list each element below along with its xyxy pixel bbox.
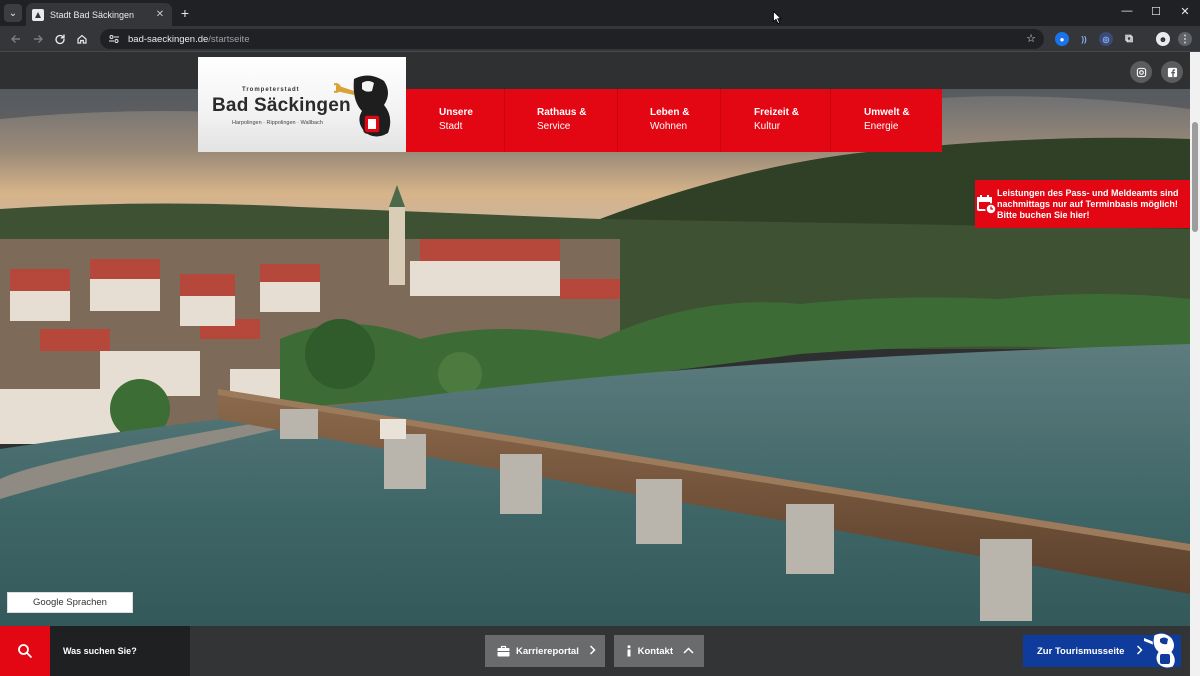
contact-button[interactable]: Kontakt bbox=[614, 635, 704, 667]
trumpeter-mascot-icon bbox=[334, 75, 391, 137]
browser-toolbar: bad-saeckingen.de/startseite ☆ ● )) ◎ ⧉ … bbox=[0, 26, 1200, 52]
tab-title: Stadt Bad Säckingen bbox=[50, 9, 135, 20]
search-icon[interactable] bbox=[0, 626, 50, 676]
close-window-button[interactable]: ✕ bbox=[1176, 5, 1194, 18]
tab-search-icon[interactable]: ⌄ bbox=[4, 4, 22, 22]
career-portal-label: Karriereportal bbox=[516, 645, 579, 657]
page-scrollbar[interactable] bbox=[1190, 52, 1200, 676]
info-icon bbox=[624, 644, 634, 658]
logo-tagline: Trompeterstadt bbox=[242, 87, 300, 93]
reload-icon[interactable] bbox=[52, 31, 68, 47]
nav-label-line2: Energie bbox=[864, 121, 899, 132]
kebab-menu-icon[interactable]: ⋮ bbox=[1178, 32, 1192, 46]
logo-name: Bad Säckingen bbox=[212, 95, 351, 116]
home-icon[interactable] bbox=[74, 31, 90, 47]
back-icon[interactable] bbox=[8, 31, 24, 47]
chevron-up-icon bbox=[683, 645, 694, 657]
nav-label-line1: Freizeit & bbox=[754, 107, 800, 118]
chevron-right-icon bbox=[589, 644, 596, 658]
instagram-icon[interactable] bbox=[1130, 61, 1152, 83]
nav-label-line1: Unsere bbox=[439, 107, 473, 118]
briefcase-icon bbox=[497, 644, 510, 658]
nav-leben-wohnen[interactable]: Leben & Wohnen bbox=[618, 89, 721, 152]
nav-label-line1: Leben & bbox=[650, 107, 690, 118]
page-top-bar bbox=[0, 52, 1190, 89]
main-navigation: Unsere Stadt Rathaus & Service Leben & W… bbox=[406, 89, 942, 152]
minimize-button[interactable]: — bbox=[1118, 5, 1136, 17]
tab-strip: ⌄ Stadt Bad Säckingen ✕ + — ☐ ✕ bbox=[0, 0, 1200, 26]
scrollbar-thumb[interactable] bbox=[1192, 122, 1198, 232]
site-info-icon[interactable] bbox=[108, 33, 120, 45]
nav-label-line2: Wohnen bbox=[650, 121, 688, 132]
url-path: /startseite bbox=[208, 33, 250, 45]
bottom-bar: Was suchen Sie? Karriereportal Kontakt Z… bbox=[0, 626, 1190, 676]
nav-label-line2: Kultur bbox=[754, 121, 781, 132]
nav-umwelt-energie[interactable]: Umwelt & Energie bbox=[831, 89, 942, 152]
contact-label: Kontakt bbox=[637, 645, 673, 657]
mouse-cursor-icon bbox=[773, 11, 782, 24]
notice-text: Leistungen des Pass- und Meldeamts sind … bbox=[997, 187, 1179, 220]
tourism-label: Zur Tourismusseite bbox=[1037, 645, 1125, 657]
tab-close-icon[interactable]: ✕ bbox=[154, 9, 166, 20]
url-host: bad-saeckingen.de bbox=[128, 33, 209, 45]
google-translate-button[interactable]: Google Sprachen bbox=[7, 592, 133, 613]
shield-extension-icon[interactable]: ◎ bbox=[1099, 32, 1113, 46]
new-tab-button[interactable]: + bbox=[178, 5, 192, 21]
password-extension-icon[interactable]: ● bbox=[1055, 32, 1069, 46]
nav-freizeit-kultur[interactable]: Freizeit & Kultur bbox=[721, 89, 831, 152]
maximize-button[interactable]: ☐ bbox=[1147, 5, 1165, 18]
extensions-puzzle-icon[interactable]: ⧉ bbox=[1122, 32, 1136, 46]
address-bar[interactable]: bad-saeckingen.de/startseite ☆ bbox=[100, 29, 1044, 49]
nav-label-line2: Stadt bbox=[439, 121, 463, 132]
nav-label-line1: Umwelt & bbox=[864, 107, 910, 118]
browser-window: ⌄ Stadt Bad Säckingen ✕ + — ☐ ✕ bad-saec… bbox=[0, 0, 1200, 676]
profile-avatar-icon[interactable]: ☻ bbox=[1156, 32, 1170, 46]
search-input[interactable]: Was suchen Sie? bbox=[50, 626, 190, 676]
audio-extension-icon[interactable]: )) bbox=[1077, 32, 1091, 46]
career-portal-button[interactable]: Karriereportal bbox=[485, 635, 605, 667]
calendar-clock-icon bbox=[975, 180, 997, 228]
bookmark-star-icon[interactable]: ☆ bbox=[1026, 32, 1036, 45]
browser-tab[interactable]: Stadt Bad Säckingen ✕ bbox=[26, 3, 172, 26]
forward-icon[interactable] bbox=[30, 31, 46, 47]
logo-districts: Harpolingen · Rippolingen · Wallbach bbox=[232, 120, 323, 126]
nav-unsere-stadt[interactable]: Unsere Stadt bbox=[406, 89, 505, 152]
site-favicon-icon bbox=[32, 8, 44, 21]
nav-label-line1: Rathaus & bbox=[537, 107, 587, 118]
hero-image bbox=[0, 89, 1190, 676]
appointment-notice[interactable]: Leistungen des Pass- und Meldeamts sind … bbox=[975, 180, 1190, 228]
web-page: Trompeterstadt Bad Säckingen Harpolingen… bbox=[0, 52, 1200, 676]
nav-label-line2: Service bbox=[537, 121, 571, 132]
nav-rathaus-service[interactable]: Rathaus & Service bbox=[505, 89, 618, 152]
city-logo[interactable]: Trompeterstadt Bad Säckingen Harpolingen… bbox=[198, 57, 406, 152]
facebook-icon[interactable] bbox=[1161, 61, 1183, 83]
trumpeter-mascot-icon bbox=[1144, 632, 1176, 669]
